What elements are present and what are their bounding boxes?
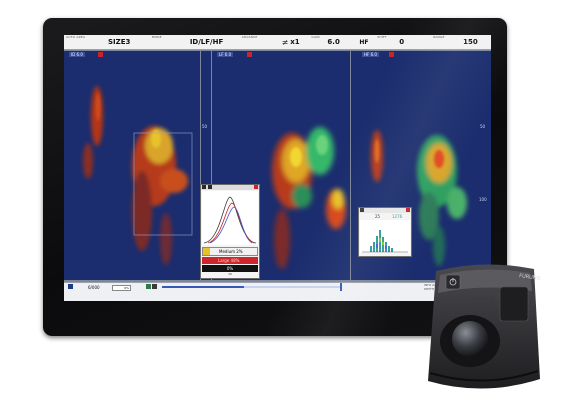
playback-slider[interactable] [162,286,340,288]
close-icon[interactable] [247,52,252,57]
side-button-panel[interactable] [499,286,529,322]
echogram-id [83,86,193,265]
range-field[interactable]: RANGE 150 [431,35,491,49]
range-value: 150 [463,38,478,46]
chart-icon [208,185,212,189]
frequency-field[interactable]: HF [353,35,375,49]
close-icon[interactable] [254,185,258,189]
trackball-controller[interactable]: FURUNO [424,261,544,399]
size-row-medium[interactable]: Medium 2% [202,247,258,256]
depth-scale-right: 50 100 150 [479,51,491,280]
size-distribution-curve [202,191,258,245]
mode-value: ID/LF/HF [189,38,224,46]
advance-field[interactable]: ADVANCE ≠ x1 [240,35,310,49]
panel-tag-id: ID 6.0 [69,52,85,57]
size-row-small[interactable]: 0% [202,265,258,272]
frequency-value: HF [359,38,369,46]
echogram-panel-id[interactable]: ID 6.0 [64,51,200,280]
size-values-row: 25 1276 [375,214,403,219]
auto-area-field[interactable]: AUTO AREA SIZE3 [64,35,150,49]
size-row-large[interactable]: Large 48% [202,257,258,264]
shift-field[interactable]: SHIFT 0 [375,35,431,49]
panel-tag-hf: HF 6.0 [362,52,379,57]
color-swatch [203,248,210,255]
size-bar-chart [360,220,410,253]
chart-icon [360,208,364,212]
advance-value: x1 [290,38,300,46]
close-icon[interactable] [389,52,394,57]
shift-value: 0 [399,38,405,46]
gain-field[interactable]: GAIN 6.0 [309,35,353,49]
mode-field[interactable]: MODE ID/LF/HF [150,35,240,49]
close-icon[interactable] [98,52,103,57]
auto-area-value: SIZE3 [108,38,131,46]
fish-size-popup[interactable]: Medium 2% Large 48% 0% 15 [200,184,260,279]
playback-progress [162,286,244,288]
gain-value: 6.0 [327,38,340,46]
popup-icon [202,185,206,189]
size-histogram-popup[interactable]: 25 1276 [358,207,412,257]
slider-end-marker [340,283,342,291]
percent-readout: 0% [112,285,131,291]
list-icon[interactable] [152,284,157,289]
close-icon[interactable] [406,208,410,212]
advance-icon: ≠ [281,37,289,47]
popup-header [201,185,259,190]
top-status-bar: AUTO AREA SIZE3 MODE ID/LF/HF ADVANCE ≠ … [64,35,491,50]
menu-icon[interactable] [68,284,73,289]
record-icon[interactable] [146,284,151,289]
echo-count: 6/000 [88,285,100,290]
trackball[interactable] [452,321,488,357]
panel-tag-lf: LF 6.0 [217,52,234,57]
